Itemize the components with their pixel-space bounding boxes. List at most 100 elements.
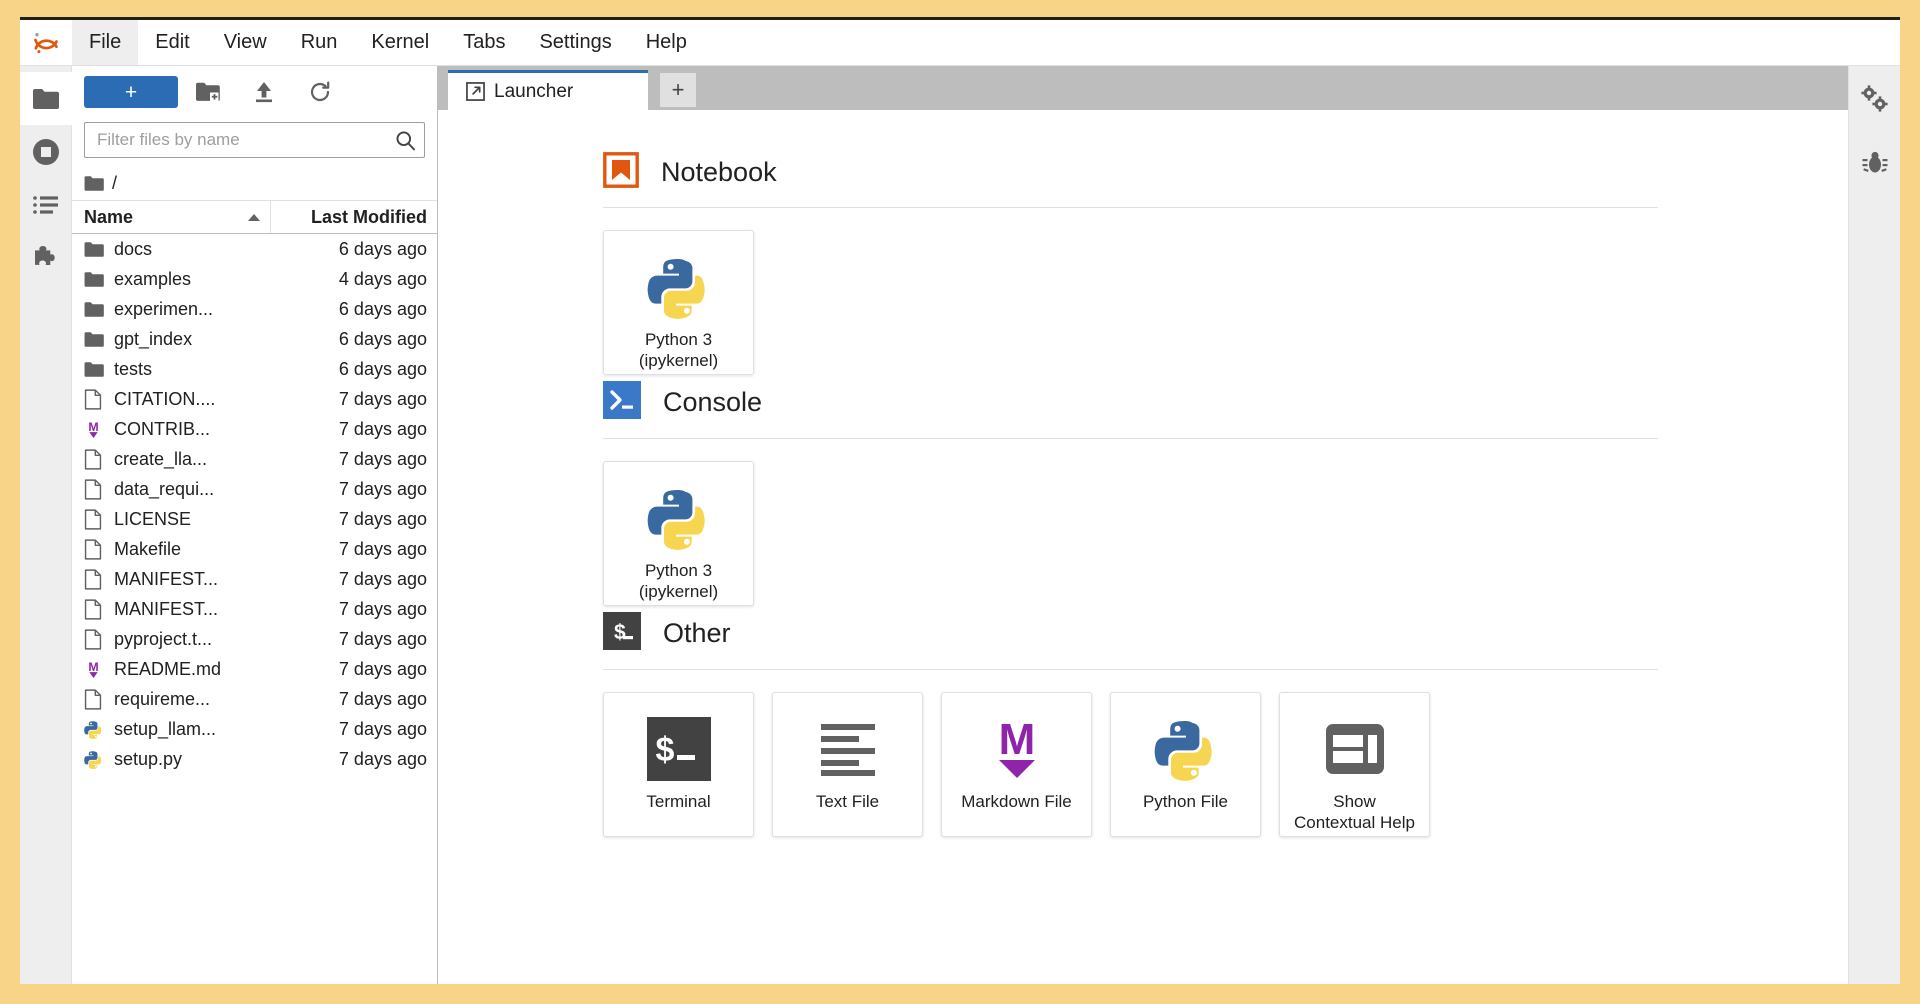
launcher-card-text-file[interactable]: Text File — [772, 692, 923, 837]
python-file-icon — [84, 720, 112, 739]
file-modified: 7 days ago — [338, 718, 427, 739]
file-list-item[interactable]: MANIFEST... 7 days ago — [72, 564, 437, 594]
upload-button[interactable] — [238, 75, 290, 109]
file-modified: 7 days ago — [338, 478, 427, 499]
sidebar-item-property-inspector[interactable] — [1858, 82, 1892, 116]
file-list-item[interactable]: tests 6 days ago — [72, 354, 437, 384]
launcher-card-label: Python 3 (ipykernel) — [638, 330, 719, 371]
file-list-item[interactable]: CITATION.... 7 days ago — [72, 384, 437, 414]
tab-launcher[interactable]: Launcher — [448, 70, 648, 110]
tab-launcher-label: Launcher — [494, 80, 574, 102]
file-list-item[interactable]: docs 6 days ago — [72, 234, 437, 264]
text-file-icon — [817, 715, 879, 783]
text-file-icon — [820, 724, 875, 776]
python-logo-icon — [647, 259, 705, 319]
refresh-button[interactable] — [294, 75, 346, 109]
commands-list-icon — [33, 195, 58, 214]
file-icon — [84, 508, 102, 530]
file-list-item[interactable]: M README.md 7 days ago — [72, 654, 437, 684]
python-file-icon — [84, 750, 112, 769]
folder-icon — [84, 301, 104, 317]
file-name: Makefile — [114, 538, 182, 559]
other-icon: $ — [603, 612, 641, 650]
file-browser-panel: + Filter files by name / Name Last Modif… — [72, 66, 438, 984]
folder-icon — [33, 88, 59, 109]
file-name: create_lla... — [114, 448, 208, 469]
sidebar-item-running[interactable] — [20, 125, 72, 178]
file-list-item[interactable]: LICENSE 7 days ago — [72, 504, 437, 534]
launcher-section-title: Notebook — [661, 157, 777, 187]
file-icon — [84, 688, 102, 710]
file-list-item[interactable]: experimen... 6 days ago — [72, 294, 437, 324]
launcher-card-terminal[interactable]: $ Terminal — [603, 692, 754, 837]
file-name: setup_llam... — [114, 718, 217, 739]
column-header-last-modified[interactable]: Last Modified — [271, 201, 437, 233]
menu-item-edit[interactable]: Edit — [138, 20, 206, 65]
svg-text:$: $ — [614, 621, 626, 644]
file-name: README.md — [114, 658, 222, 679]
launcher-card-label: Python 3 (ipykernel) — [638, 561, 719, 602]
sidebar-item-extensions[interactable] — [20, 231, 72, 284]
launcher-card-row: Python 3 (ipykernel) — [438, 439, 1848, 606]
file-icon — [84, 478, 112, 500]
file-list-item[interactable]: setup_llam... 7 days ago — [72, 714, 437, 744]
refresh-icon — [310, 81, 330, 102]
file-list-item[interactable]: create_lla... 7 days ago — [72, 444, 437, 474]
menu-item-settings[interactable]: Settings — [522, 20, 628, 65]
menu-item-run[interactable]: Run — [284, 20, 355, 65]
file-modified: 6 days ago — [338, 328, 427, 349]
markdown-icon: M — [986, 715, 1048, 783]
column-header-name-label: Name — [84, 206, 134, 227]
breadcrumb-path: / — [112, 172, 118, 193]
menu-item-tabs[interactable]: Tabs — [446, 20, 522, 65]
file-list-item[interactable]: gpt_index 6 days ago — [72, 324, 437, 354]
launcher-card-python-3-ipykernel[interactable]: Python 3 (ipykernel) — [603, 461, 754, 606]
launcher-icon — [466, 82, 485, 101]
launcher-card-show-contextual-help[interactable]: Show Contextual Help — [1279, 692, 1430, 837]
jupyter-logo-icon — [34, 32, 58, 53]
launcher-card-python-3-ipykernel[interactable]: Python 3 (ipykernel) — [603, 230, 754, 375]
new-tab-button[interactable]: + — [660, 73, 696, 107]
file-name: data_requi... — [114, 478, 215, 499]
file-icon — [84, 568, 102, 590]
menu-item-file[interactable]: File — [72, 20, 139, 65]
file-modified: 7 days ago — [338, 388, 427, 409]
file-name: docs — [114, 238, 153, 259]
search-input[interactable] — [97, 130, 395, 150]
menu-item-view[interactable]: View — [207, 20, 284, 65]
terminal-icon: $ — [646, 715, 711, 783]
markdown-icon: M — [88, 419, 99, 438]
menu-item-help[interactable]: Help — [629, 20, 704, 65]
sidebar-item-commands[interactable] — [20, 178, 72, 231]
file-list-item[interactable]: Makefile 7 days ago — [72, 534, 437, 564]
launcher-section: $ Other $ Terminal Text File M Markdown File Py… — [438, 612, 1848, 837]
launcher-card-label: Markdown File — [961, 792, 1072, 811]
sidebar-item-debugger[interactable] — [1858, 146, 1892, 180]
puzzle-piece-icon — [35, 245, 55, 265]
file-name: experimen... — [114, 298, 214, 319]
file-name: CONTRIB... — [114, 418, 211, 439]
launcher-card-markdown-file[interactable]: M Markdown File — [941, 692, 1092, 837]
menu-item-kernel[interactable]: Kernel — [354, 20, 446, 65]
sidebar-item-file-browser[interactable] — [20, 72, 72, 125]
column-header-name[interactable]: Name — [72, 201, 271, 233]
filter-files-box[interactable] — [84, 122, 425, 158]
launcher-card-python-file[interactable]: Python File — [1110, 692, 1261, 837]
new-launcher-button[interactable]: + — [84, 76, 178, 108]
file-icon — [84, 538, 102, 560]
breadcrumb[interactable]: / — [72, 166, 437, 200]
file-list-item[interactable]: examples 4 days ago — [72, 264, 437, 294]
folder-icon — [84, 271, 104, 287]
file-list-item[interactable]: data_requi... 7 days ago — [72, 474, 437, 504]
file-list-item[interactable]: requireme... 7 days ago — [72, 684, 437, 714]
file-list-item[interactable]: pyproject.t... 7 days ago — [72, 624, 437, 654]
file-list-item[interactable]: M CONTRIB... 7 days ago — [72, 414, 437, 444]
markdown-icon: M — [88, 659, 99, 678]
file-list-item[interactable]: setup.py 7 days ago — [72, 744, 437, 774]
new-folder-button[interactable] — [182, 75, 234, 109]
folder-icon — [84, 301, 112, 318]
python-logo — [1154, 715, 1218, 783]
terminal-icon: $ — [646, 717, 711, 781]
file-list-item[interactable]: MANIFEST... 7 days ago — [72, 594, 437, 624]
file-icon — [84, 688, 112, 710]
